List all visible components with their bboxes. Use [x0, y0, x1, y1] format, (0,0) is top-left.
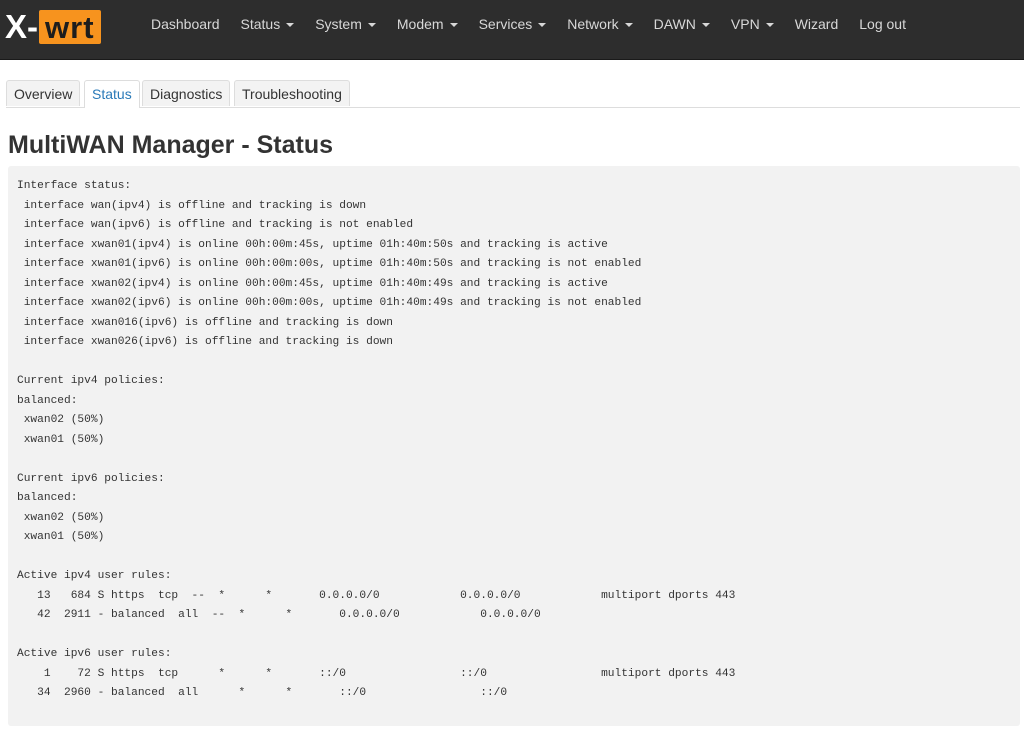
status-output-panel: Interface status: interface wan(ipv4) is…	[8, 166, 1020, 726]
brand-logo[interactable]: X - wrt	[5, 8, 101, 45]
tab-overview[interactable]: Overview	[6, 80, 81, 106]
chevron-down-icon	[286, 23, 295, 27]
brand-dash: -	[27, 8, 39, 45]
nav-item-label: Network	[567, 16, 619, 32]
nav-item-label: Services	[478, 16, 533, 32]
nav-item-label: DAWN	[653, 16, 696, 32]
nav-system[interactable]: System	[315, 16, 376, 32]
brand-x: X	[5, 8, 27, 45]
nav-network[interactable]: Network	[567, 16, 633, 32]
status-output-text: Interface status: interface wan(ipv4) is…	[17, 180, 736, 699]
chevron-down-icon	[367, 23, 376, 27]
main-menu: Dashboard Status System Modem Services N…	[151, 16, 927, 32]
nav-item-label: Modem	[396, 16, 444, 32]
page-title: MultiWAN Manager - Status	[8, 131, 334, 159]
chevron-down-icon	[449, 23, 458, 27]
nav-modem[interactable]: Modem	[397, 16, 458, 32]
nav-item-label: System	[315, 16, 362, 32]
nav-services[interactable]: Services	[479, 16, 547, 32]
top-navbar: X - wrt Dashboard Status System Modem Se…	[0, 0, 1024, 60]
chevron-down-icon	[538, 23, 547, 27]
nav-dashboard[interactable]: Dashboard	[151, 16, 220, 32]
nav-item-label: Log out	[859, 16, 906, 32]
nav-status[interactable]: Status	[241, 16, 295, 32]
nav-item-label: Status	[240, 16, 281, 32]
tab-diagnostics[interactable]: Diagnostics	[142, 80, 231, 106]
chevron-down-icon	[624, 23, 633, 27]
nav-item-label: Wizard	[794, 16, 839, 32]
nav-item-label: Dashboard	[151, 16, 220, 32]
brand-wrt: wrt	[39, 10, 101, 45]
tab-bar: Overview Status Diagnostics Troubleshoot…	[6, 80, 1020, 108]
nav-logout[interactable]: Log out	[859, 16, 906, 32]
nav-vpn[interactable]: VPN	[731, 16, 774, 32]
chevron-down-icon	[701, 23, 710, 27]
chevron-down-icon	[765, 23, 774, 27]
nav-item-label: VPN	[730, 16, 760, 32]
nav-wizard[interactable]: Wizard	[795, 16, 839, 32]
tab-status[interactable]: Status	[84, 80, 140, 108]
nav-dawn[interactable]: DAWN	[654, 16, 710, 32]
tab-troubleshooting[interactable]: Troubleshooting	[234, 80, 350, 106]
